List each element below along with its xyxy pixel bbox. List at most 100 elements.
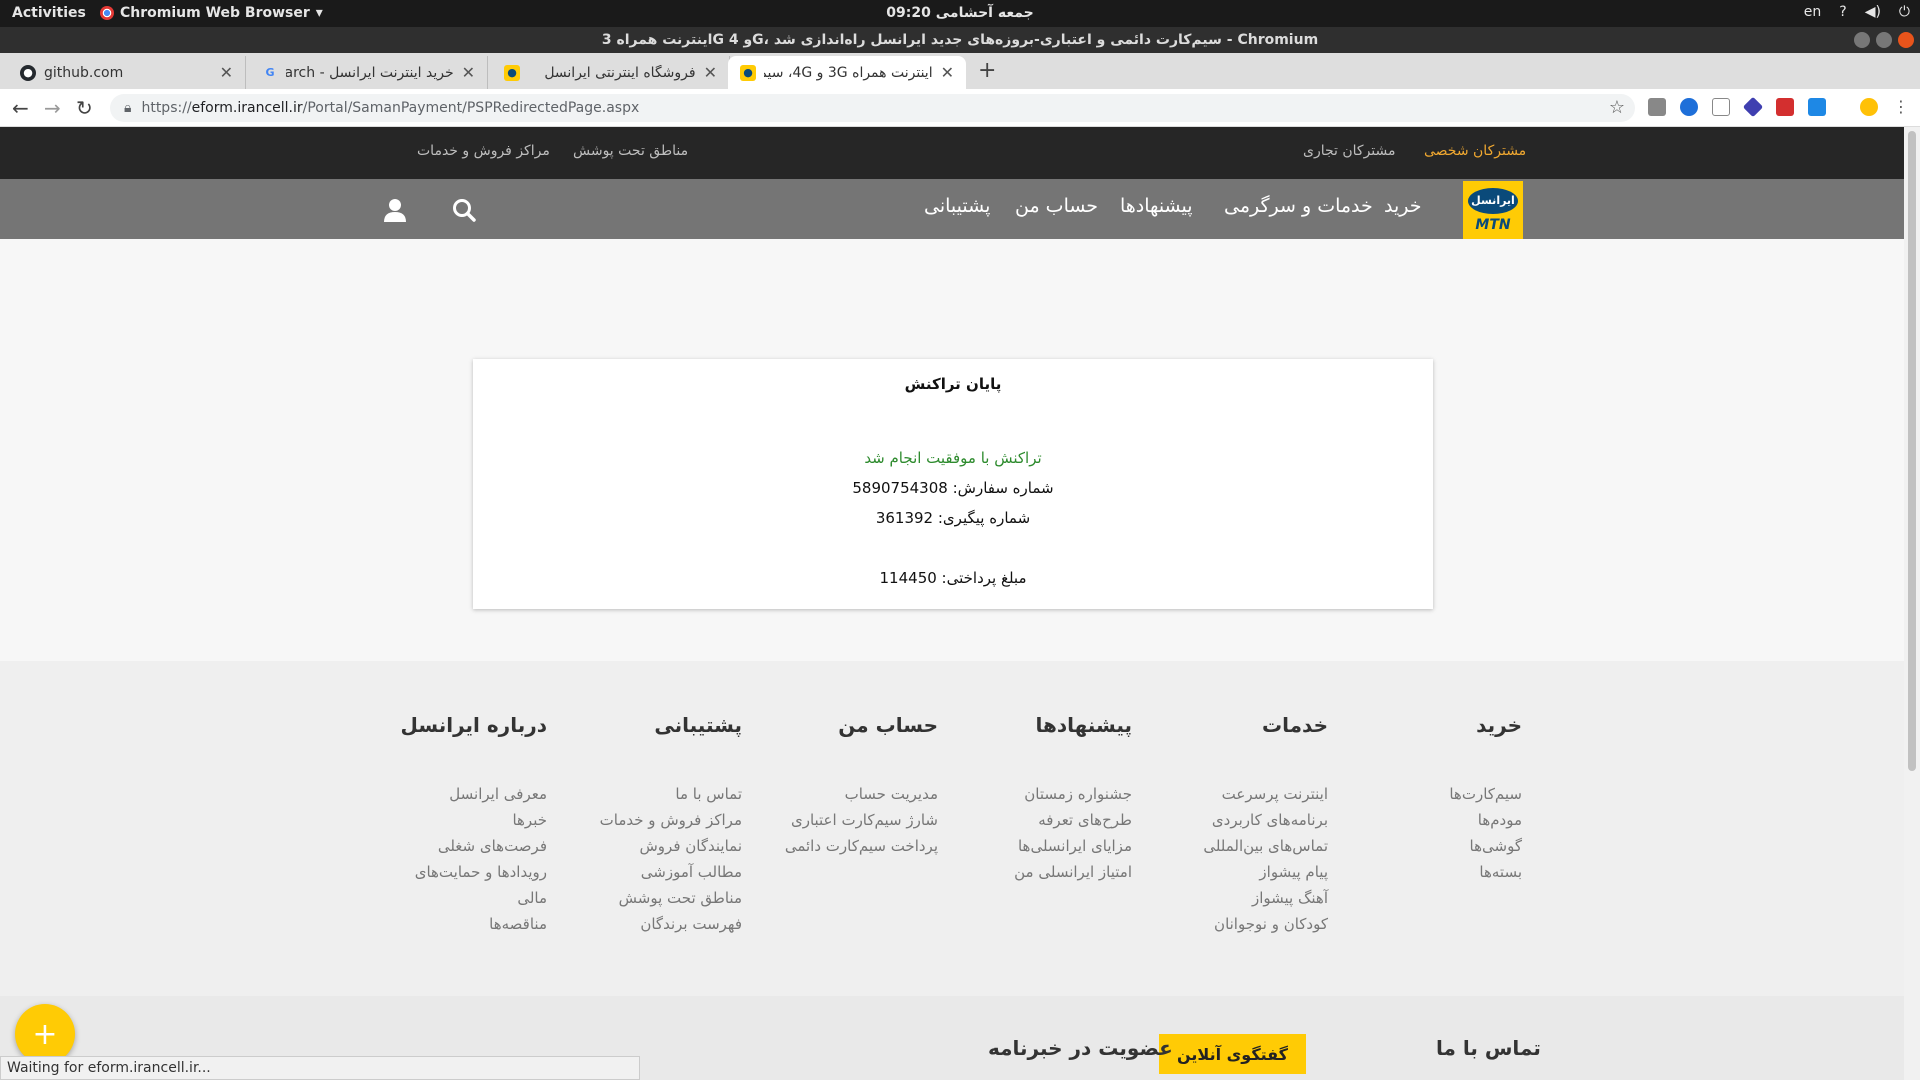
footer-link[interactable]: جشنواره زمستان xyxy=(942,785,1132,811)
footer-link[interactable]: تماس‌های بین‌المللی xyxy=(1138,837,1328,863)
footer-link[interactable]: گوشی‌ها xyxy=(1332,837,1522,863)
footer-link[interactable]: فهرست برندگان xyxy=(552,915,742,941)
extension-icon[interactable] xyxy=(1712,98,1730,116)
language-indicator[interactable]: en xyxy=(1804,4,1822,20)
back-arrow-icon[interactable]: ← xyxy=(12,96,29,120)
footer-column-about: درباره ایرانسل معرفی ایرانسل خبرها فرصت‌… xyxy=(357,713,547,941)
profile-avatar[interactable] xyxy=(1860,98,1878,116)
page-scrollbar[interactable] xyxy=(1904,127,1920,1080)
footer-link[interactable]: امتیاز ایرانسلی من xyxy=(942,863,1132,889)
coverage-areas-link[interactable]: مناطق تحت پوشش xyxy=(573,143,688,159)
reload-icon[interactable]: ↻ xyxy=(76,96,93,120)
url-text: https://eform.irancell.ir/Portal/SamanPa… xyxy=(141,100,640,116)
tab-label: github.com xyxy=(44,64,124,81)
menu-buy[interactable]: خرید xyxy=(1384,195,1422,217)
extension-icon[interactable] xyxy=(1680,98,1698,116)
close-tab-icon[interactable]: ✕ xyxy=(220,63,233,82)
footer-link[interactable]: مدیریت حساب xyxy=(748,785,938,811)
online-chat-button[interactable]: گفتگوی آنلاین xyxy=(1159,1034,1306,1074)
floating-plus-button[interactable]: + xyxy=(15,1004,75,1064)
footer-heading: حساب من xyxy=(838,713,938,737)
menu-kebab-icon[interactable]: ⋮ xyxy=(1892,98,1910,116)
chevron-down-icon: ▾ xyxy=(315,5,323,21)
footer-heading: درباره ایرانسل xyxy=(400,713,547,737)
new-tab-button[interactable]: + xyxy=(978,58,996,83)
address-bar[interactable]: 🔒︎ https://eform.irancell.ir/Portal/Sama… xyxy=(110,94,1635,122)
footer-link[interactable]: برنامه‌های کاربردی xyxy=(1138,811,1328,837)
business-subscribers-link[interactable]: مشترکان تجاری xyxy=(1303,143,1396,159)
tab-label: خرید اینترنت ایرانسل - earch xyxy=(286,64,454,81)
power-icon[interactable]: ⏻ xyxy=(1899,4,1910,20)
footer-heading: خرید xyxy=(1476,713,1522,737)
footer-heading: پشتیبانی xyxy=(654,713,742,737)
menu-services[interactable]: خدمات و سرگرمی xyxy=(1224,195,1373,217)
menu-account[interactable]: حساب من xyxy=(1015,195,1098,217)
tab-google-search[interactable]: G خرید اینترنت ایرانسل - earch ✕ xyxy=(250,56,488,89)
close-tab-icon[interactable]: ✕ xyxy=(941,63,954,82)
footer-link[interactable]: کودکان و نوجوانان xyxy=(1138,915,1328,941)
footer-link[interactable]: مناقصه‌ها xyxy=(357,915,547,941)
footer-link[interactable]: بسته‌ها xyxy=(1332,863,1522,889)
footer-link[interactable]: پرداخت سیم‌کارت دائمی xyxy=(748,837,938,863)
footer-link[interactable]: طرح‌های تعرفه xyxy=(942,811,1132,837)
volume-icon[interactable]: ◀) xyxy=(1865,4,1881,20)
close-tab-icon[interactable]: ✕ xyxy=(704,63,717,82)
app-menu[interactable]: Chromium Web Browser ▾ xyxy=(100,5,323,21)
footer-link[interactable]: مودم‌ها xyxy=(1332,811,1522,837)
footer-link[interactable]: مزایای ایرانسلی‌ها xyxy=(942,837,1132,863)
bookmark-star-icon[interactable]: ☆ xyxy=(1609,97,1625,118)
footer-link[interactable]: مناطق تحت پوشش xyxy=(552,889,742,915)
receipt-card: پایان تراکنش تراکنش با موفقیت انجام شد ش… xyxy=(473,359,1433,609)
extension-icon[interactable] xyxy=(1648,98,1666,116)
window-titlebar: اینترنت همراه 3G و 4G، سیم‌کارت دائمی و … xyxy=(0,27,1920,53)
user-icon[interactable] xyxy=(382,197,408,227)
footer-link[interactable]: رویدادها و حمایت‌های xyxy=(357,863,547,889)
site-footer: خرید سیم‌کارت‌ها مودم‌ها گوشی‌ها بسته‌ها… xyxy=(0,661,1904,996)
scrollbar-thumb[interactable] xyxy=(1908,131,1916,771)
tab-strip: ● github.com ✕ G خرید اینترنت ایرانسل - … xyxy=(0,53,1920,89)
menu-support[interactable]: پشتیبانی xyxy=(924,195,990,217)
tab-irancell-shop[interactable]: ● فروشگاه اینترنتی ایرانسل ✕ xyxy=(492,56,730,89)
lock-icon[interactable]: 🔒︎ xyxy=(124,100,131,116)
footer-link[interactable]: آهنگ پیشواز xyxy=(1138,889,1328,915)
extension-icon[interactable] xyxy=(1776,98,1794,116)
footer-link[interactable]: نمایندگان فروش xyxy=(552,837,743,863)
footer-link[interactable]: مطالب آموزشی xyxy=(552,863,742,889)
irancell-logo[interactable]: ایرانسل MTN xyxy=(1463,181,1523,239)
irancell-icon: ● xyxy=(504,64,520,81)
footer-link[interactable]: پیام پیشواز xyxy=(1138,863,1328,889)
footer-link[interactable]: تماس با ما xyxy=(552,785,742,811)
forward-arrow-icon[interactable]: → xyxy=(44,96,61,120)
footer-link[interactable]: معرفی ایرانسل xyxy=(357,785,547,811)
footer-link[interactable]: خبرها xyxy=(357,811,547,837)
github-icon: ● xyxy=(20,64,36,81)
extension-icon[interactable] xyxy=(1742,96,1764,118)
menu-offers[interactable]: پیشنهادها xyxy=(1120,195,1193,217)
tab-label: فروشگاه اینترنتی ایرانسل xyxy=(544,64,696,81)
logo-text-en: MTN xyxy=(1475,216,1511,233)
tab-github[interactable]: ● github.com ✕ xyxy=(8,56,246,89)
personal-subscribers-link[interactable]: مشترکان شخصی xyxy=(1424,143,1526,159)
maximize-button[interactable] xyxy=(1876,32,1892,48)
close-tab-icon[interactable]: ✕ xyxy=(462,63,475,82)
footer-link[interactable]: اینترنت پرسرعت xyxy=(1138,785,1328,811)
footer-link[interactable]: شارژ سیم‌کارت اعتباری xyxy=(748,811,938,837)
close-window-button[interactable] xyxy=(1898,32,1914,48)
footer-column-offers: پیشنهادها جشنواره زمستان طرح‌های تعرفه م… xyxy=(942,713,1132,889)
footer-link[interactable]: فرصت‌های شغلی xyxy=(357,837,547,863)
footer-link[interactable]: سیم‌کارت‌ها xyxy=(1332,785,1522,811)
activities-button[interactable]: Activities xyxy=(12,5,86,21)
extension-icon[interactable] xyxy=(1808,98,1826,116)
browser-toolbar: ← → ↻ 🔒︎ https://eform.irancell.ir/Porta… xyxy=(0,89,1920,127)
footer-link[interactable]: مالی xyxy=(357,889,547,915)
success-message: تراکنش با موفقیت انجام شد xyxy=(864,449,1042,467)
accessibility-icon[interactable]: ? xyxy=(1839,4,1846,20)
footer-link[interactable]: مراکز فروش و خدمات xyxy=(552,811,742,837)
system-tray[interactable]: en ? ◀) ⏻ xyxy=(1804,4,1910,20)
payment-amount: مبلغ پرداختی: 114450 xyxy=(879,569,1027,587)
sales-centers-link[interactable]: مراکز فروش و خدمات xyxy=(417,143,550,159)
search-icon[interactable] xyxy=(451,197,477,227)
site-main-nav: ایرانسل MTN خرید خدمات و سرگرمی پیشنهاده… xyxy=(0,179,1904,239)
tab-irancell-active[interactable]: ● اینترنت همراه 3G و 4G، سیم ✕ xyxy=(728,56,966,89)
minimize-button[interactable] xyxy=(1854,32,1870,48)
